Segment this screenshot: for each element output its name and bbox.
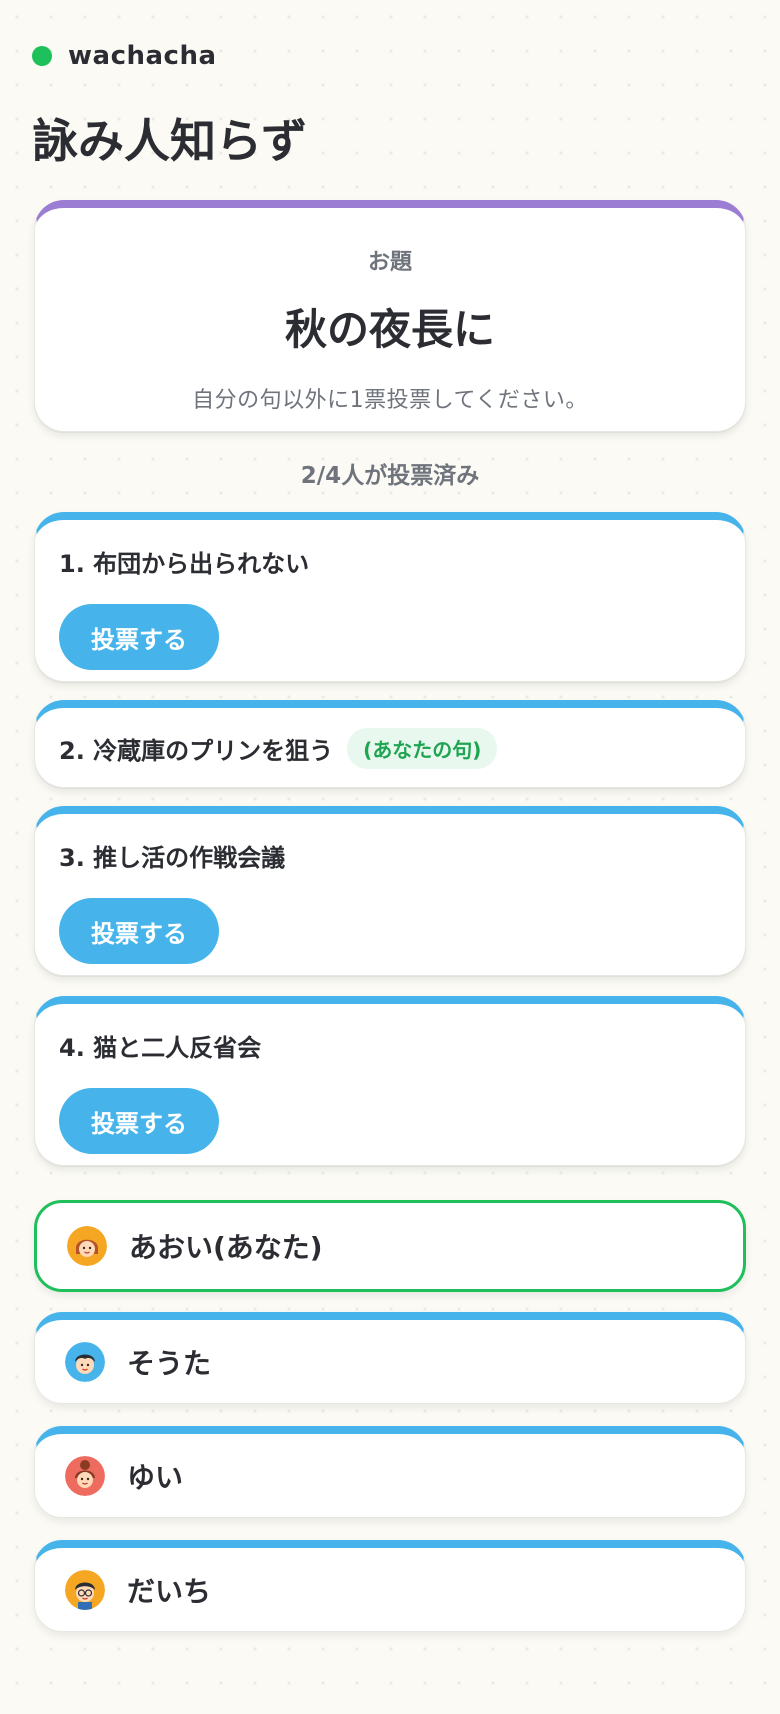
- player-name: ゆい: [127, 1460, 184, 1494]
- player-card: ゆい: [34, 1426, 746, 1518]
- vote-button[interactable]: 投票する: [59, 1088, 219, 1154]
- entry-card: 1. 布団から出られない 投票する: [34, 512, 746, 682]
- girl-avatar-icon: [67, 1226, 107, 1266]
- entry-card-own: 2. 冷蔵庫のプリンを狙う (あなたの句): [34, 700, 746, 788]
- prompt-text: 秋の夜長に: [284, 305, 495, 354]
- player-row: あおい(あなた): [67, 1203, 323, 1289]
- page-title: 詠み人知らず: [32, 114, 308, 168]
- player-row: そうた: [65, 1320, 211, 1403]
- entry-text: 4. 猫と二人反省会: [59, 1034, 262, 1062]
- boy-glasses-avatar-icon: [65, 1569, 105, 1610]
- player-card: だいち: [34, 1540, 746, 1632]
- brand-name: wachacha: [68, 41, 217, 71]
- player-name: だいち: [127, 1574, 212, 1608]
- entry-title: 1. 布団から出られない: [59, 544, 309, 579]
- player-card-self: あおい(あなた): [34, 1200, 746, 1292]
- app-root: wachacha 詠み人知らず お題 秋の夜長に 自分の句以外に1票投票してくだ…: [0, 0, 780, 1714]
- own-entry-badge: (あなたの句): [347, 728, 498, 769]
- girl-bun-avatar-icon: [65, 1455, 105, 1496]
- player-name: あおい(あなた): [129, 1231, 323, 1264]
- vote-button[interactable]: 投票する: [59, 898, 219, 964]
- entry-title: 4. 猫と二人反省会: [59, 1028, 261, 1063]
- player-row: ゆい: [65, 1434, 183, 1517]
- entry-title: 2. 冷蔵庫のプリンを狙う (あなたの句): [59, 728, 498, 769]
- player-card: そうた: [34, 1312, 746, 1404]
- entry-card: 4. 猫と二人反省会 投票する: [34, 996, 746, 1166]
- entry-text: 2. 冷蔵庫のプリンを狙う: [59, 737, 334, 765]
- entry-card: 3. 推し活の作戦会議 投票する: [34, 806, 746, 976]
- vote-button[interactable]: 投票する: [59, 604, 219, 670]
- entry-title: 3. 推し活の作戦会議: [59, 838, 285, 873]
- prompt-card: お題 秋の夜長に 自分の句以外に1票投票してください。: [34, 200, 746, 432]
- prompt-label: お題: [367, 250, 412, 275]
- brand-status-dot: [32, 46, 52, 66]
- entry-text: 3. 推し活の作戦会議: [59, 844, 286, 872]
- entry-text: 1. 布団から出られない: [59, 550, 310, 578]
- boy-avatar-icon: [65, 1341, 105, 1382]
- brand-header: wachacha: [32, 38, 217, 74]
- vote-status: 2/4人が投票済み: [300, 463, 480, 489]
- player-row: だいち: [65, 1548, 211, 1631]
- prompt-hint: 自分の句以外に1票投票してください。: [192, 388, 588, 413]
- player-name: そうた: [127, 1346, 212, 1380]
